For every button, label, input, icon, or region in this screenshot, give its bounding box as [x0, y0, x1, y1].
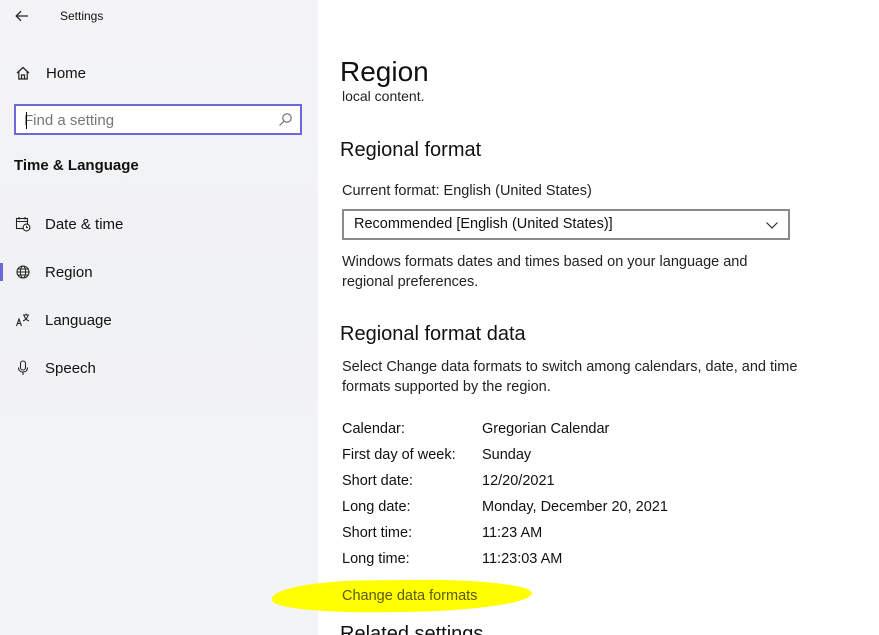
sidebar-item-date-time[interactable]: Date & time [0, 209, 318, 239]
scrolled-text-label: local content. [342, 88, 425, 104]
regional-format-data-description: Select Change data formats to switch amo… [342, 359, 798, 395]
back-button[interactable] [10, 4, 34, 28]
sidebar-item-label: Region [45, 263, 93, 281]
search-input[interactable] [24, 110, 264, 130]
format-row-value: 12/20/2021 [482, 473, 555, 489]
section-heading: Time & Language [14, 157, 139, 174]
language-icon [14, 311, 32, 329]
format-row-label: Long time: [342, 551, 410, 567]
dropdown-selected-value: Recommended [English (United States)] [354, 216, 613, 232]
app-title: Settings [60, 9, 104, 23]
current-format-label: Current format: English (United States) [342, 183, 592, 199]
format-row-value: Monday, December 20, 2021 [482, 499, 668, 515]
date-time-icon [14, 215, 32, 233]
text-caret [26, 112, 27, 129]
sidebar-item-region[interactable]: Region [0, 257, 318, 287]
change-data-formats-link[interactable]: Change data formats [342, 588, 477, 604]
sidebar-item-label: Language [45, 311, 112, 329]
sidebar-item-language[interactable]: Language [0, 305, 318, 335]
format-row-value: Gregorian Calendar [482, 421, 610, 437]
format-row-label: First day of week: [342, 447, 456, 463]
main-content: Region local content. Regional format Cu… [318, 0, 879, 635]
scrolled-text: local content. [342, 84, 742, 105]
sidebar-item-label: Speech [45, 359, 96, 377]
format-row-value: Sunday [482, 447, 532, 463]
nav-home-label: Home [46, 64, 87, 82]
sidebar: Settings Home Time & Language [0, 0, 318, 635]
search-box[interactable] [14, 104, 302, 135]
settings-window: Settings Home Time & Language [0, 0, 879, 635]
sidebar-item-label: Date & time [45, 215, 124, 233]
title-bar: Settings [0, 0, 318, 34]
chevron-down-icon [766, 222, 778, 229]
sidebar-item-speech[interactable]: Speech [0, 353, 318, 383]
home-icon [14, 64, 32, 82]
format-row-label: Calendar: [342, 421, 405, 437]
regional-format-dropdown[interactable]: Recommended [English (United States)] [342, 209, 790, 240]
nav-home[interactable]: Home [0, 58, 318, 88]
related-settings-heading: Related settings [340, 623, 484, 635]
format-row-value: 11:23:03 AM [482, 551, 563, 567]
regional-format-description: Windows formats dates and times based on… [342, 254, 748, 290]
format-row-label: Long date: [342, 499, 411, 515]
search-icon[interactable] [277, 112, 293, 128]
selected-indicator [0, 263, 3, 281]
format-row-value: 11:23 AM [482, 525, 543, 541]
regional-format-heading: Regional format [340, 139, 482, 161]
microphone-icon [14, 359, 32, 377]
back-arrow-icon [15, 10, 28, 22]
format-row-label: Short time: [342, 525, 413, 541]
related-settings-heading-clipped: Related settings [340, 620, 640, 635]
regional-format-data-heading: Regional format data [340, 323, 526, 345]
format-row-label: Short date: [342, 473, 413, 489]
globe-icon [14, 263, 32, 281]
